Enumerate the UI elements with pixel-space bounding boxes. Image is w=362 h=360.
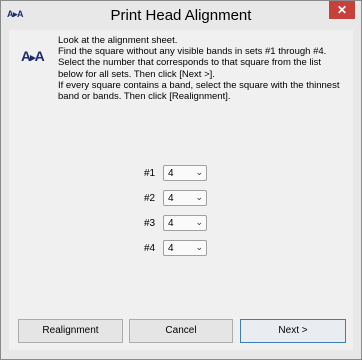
chevron-down-icon: ⌄ <box>195 217 203 227</box>
next-button[interactable]: Next > <box>240 319 346 343</box>
set-4-value: 4 <box>168 243 174 254</box>
dialog-body: A▸A Look at the alignment sheet. Find th… <box>9 30 353 350</box>
set-label-2: #2 <box>144 193 156 204</box>
title-bar[interactable]: A▸A Print Head Alignment ✕ <box>1 1 361 30</box>
window-title: Print Head Alignment <box>110 7 252 24</box>
chevron-down-icon: ⌄ <box>195 192 203 202</box>
set-2-select[interactable]: 4 ⌄ <box>163 190 207 206</box>
chevron-down-icon: ⌄ <box>195 242 203 252</box>
set-2-value: 4 <box>168 193 174 204</box>
instruction-line-1: Look at the alignment sheet. <box>58 35 178 46</box>
set-3-select[interactable]: 4 ⌄ <box>163 215 207 231</box>
dialog-window: A▸A Print Head Alignment ✕ A▸A Look at t… <box>0 0 362 360</box>
instructions: Look at the alignment sheet. Find the sq… <box>58 35 348 102</box>
print-head-alignment-icon: A▸A <box>21 48 45 64</box>
set-3-value: 4 <box>168 218 174 229</box>
cancel-button[interactable]: Cancel <box>129 319 233 343</box>
close-button[interactable]: ✕ <box>329 1 355 19</box>
set-4-select[interactable]: 4 ⌄ <box>163 240 207 256</box>
instruction-line-2: Find the square without any visible band… <box>58 46 327 80</box>
realignment-button[interactable]: Realignment <box>18 319 123 343</box>
set-1-value: 4 <box>168 168 174 179</box>
set-label-1: #1 <box>144 168 156 179</box>
instruction-line-3: If every square contains a band, select … <box>58 79 340 103</box>
set-label-3: #3 <box>144 218 156 229</box>
set-label-4: #4 <box>144 243 156 254</box>
set-1-select[interactable]: 4 ⌄ <box>163 165 207 181</box>
chevron-down-icon: ⌄ <box>195 167 203 177</box>
